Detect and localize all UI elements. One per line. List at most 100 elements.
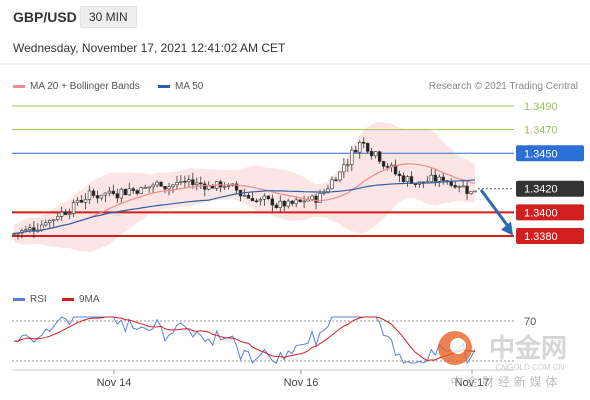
candle-body bbox=[358, 142, 362, 153]
candle-body bbox=[203, 183, 207, 190]
x-tick-label: Nov 14 bbox=[97, 377, 132, 389]
candle-body bbox=[99, 194, 104, 199]
candle-body bbox=[95, 195, 100, 199]
candle-body bbox=[278, 200, 282, 208]
candle-body bbox=[79, 199, 84, 203]
candle-body bbox=[461, 185, 465, 188]
candle-body bbox=[115, 193, 120, 199]
candle-body bbox=[191, 179, 195, 186]
candle-body bbox=[67, 213, 72, 215]
candle-body bbox=[354, 149, 358, 153]
candle-body bbox=[91, 190, 96, 196]
candle-body bbox=[449, 181, 453, 186]
candle-body bbox=[270, 198, 275, 206]
candle-body bbox=[107, 190, 112, 194]
candle-body bbox=[83, 199, 88, 203]
candle-body bbox=[318, 192, 322, 203]
candle-body bbox=[274, 204, 278, 208]
candle-body bbox=[290, 200, 294, 204]
candle-body bbox=[314, 195, 318, 203]
candle-body bbox=[362, 142, 366, 144]
candle-body bbox=[441, 176, 445, 181]
candle-body bbox=[350, 149, 354, 165]
bollinger-band bbox=[14, 122, 475, 253]
watermark-logo-inner bbox=[450, 338, 466, 354]
candle-body bbox=[310, 195, 314, 200]
candle-body bbox=[473, 190, 477, 193]
candle-body bbox=[135, 190, 139, 194]
candle-body bbox=[56, 216, 60, 221]
candle-body bbox=[222, 186, 227, 188]
candle-body bbox=[199, 182, 203, 185]
level-label-1.3450: 1.3450 bbox=[524, 148, 558, 160]
candle-body bbox=[119, 188, 123, 199]
candle-body bbox=[52, 219, 56, 222]
candle-body bbox=[59, 211, 64, 217]
candle-body bbox=[377, 151, 382, 162]
candle-body bbox=[298, 199, 302, 202]
candle-body bbox=[258, 198, 263, 202]
candle-body bbox=[48, 219, 52, 224]
level-label-1.3490: 1.3490 bbox=[524, 101, 558, 113]
candle-body bbox=[147, 186, 151, 189]
candle-body bbox=[405, 176, 410, 182]
candle-body bbox=[254, 200, 259, 203]
candle-body bbox=[183, 180, 187, 183]
candle-body bbox=[469, 191, 473, 194]
candle-body bbox=[286, 200, 290, 207]
candle-body bbox=[44, 222, 48, 226]
candle-body bbox=[226, 185, 231, 187]
forecast-arrow-shaft bbox=[479, 189, 511, 229]
candle-body bbox=[187, 179, 191, 182]
candle-body bbox=[207, 185, 211, 190]
candle-body bbox=[250, 198, 255, 202]
watermark-logo-text: 中金网 bbox=[489, 333, 567, 364]
candle-body bbox=[246, 194, 251, 199]
candle-body bbox=[123, 188, 127, 196]
candle-body bbox=[346, 164, 350, 166]
candle-body bbox=[453, 185, 457, 188]
candle-body bbox=[433, 174, 437, 182]
candle-body bbox=[167, 186, 171, 190]
x-tick-label: Nov 16 bbox=[284, 377, 319, 389]
candle-body bbox=[366, 142, 370, 152]
candle-body bbox=[465, 185, 469, 194]
rsi-ma-line bbox=[13, 316, 476, 362]
level-label-1.3420: 1.3420 bbox=[524, 184, 558, 196]
level-label-1.3380: 1.3380 bbox=[524, 231, 558, 243]
candle-body bbox=[338, 171, 342, 181]
candle-body bbox=[24, 229, 28, 232]
candle-body bbox=[151, 184, 155, 188]
candle-body bbox=[242, 194, 247, 197]
watermark-tagline: 中 金 财 经 新 媒 体 bbox=[451, 374, 558, 389]
candle-body bbox=[437, 176, 441, 182]
candle-body bbox=[175, 182, 179, 186]
candle-body bbox=[111, 190, 116, 194]
candle-body bbox=[294, 199, 298, 204]
candle-body bbox=[330, 179, 334, 190]
candle-body bbox=[282, 200, 286, 207]
candle-body bbox=[385, 166, 390, 168]
candle-body bbox=[139, 187, 143, 194]
candle-body bbox=[409, 176, 414, 184]
watermark: 中金网CNGOLD.COM.CN 中 金 财 经 新 媒 体 bbox=[438, 331, 567, 389]
candle-body bbox=[71, 202, 76, 214]
candle-body bbox=[195, 182, 199, 186]
candle-body bbox=[75, 199, 80, 203]
candle-body bbox=[87, 190, 92, 200]
candle-body bbox=[127, 188, 131, 196]
candle-body bbox=[143, 187, 147, 189]
candle-body bbox=[457, 186, 461, 188]
candle-body bbox=[40, 224, 44, 231]
candle-body bbox=[334, 179, 338, 182]
candle-body bbox=[159, 181, 163, 187]
rsi-level-label: 70 bbox=[524, 316, 536, 328]
price-chart: 1.3490 1.3470 1.3450 1.3420 1.3400 1.3380 70 No… bbox=[0, 63, 590, 389]
candle-body bbox=[397, 173, 402, 177]
watermark-site: CNGOLD.COM.CN bbox=[496, 363, 565, 372]
candle-body bbox=[369, 151, 374, 157]
candle-body bbox=[302, 200, 306, 203]
candle-body bbox=[266, 195, 271, 200]
candle-body bbox=[131, 188, 135, 191]
level-label-1.3400: 1.3400 bbox=[524, 207, 558, 219]
